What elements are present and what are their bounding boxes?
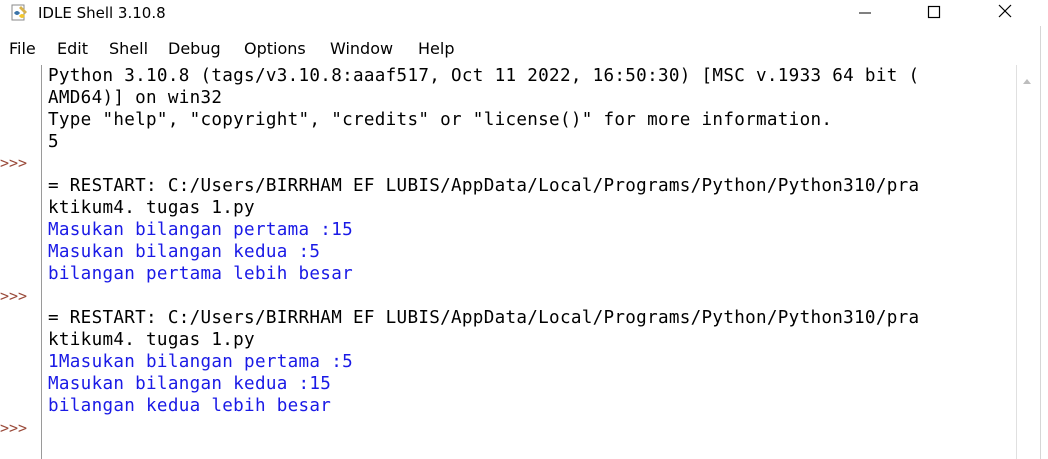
minimize-button[interactable] <box>842 0 888 26</box>
shell-prompt: >>> <box>0 154 28 172</box>
program-output-line: Masukan bilangan kedua :15 <box>48 374 332 394</box>
maximize-icon <box>927 4 941 23</box>
menu-options[interactable]: Options <box>244 37 306 61</box>
python-idle-icon <box>10 3 30 23</box>
menu-bar: File Edit Shell Debug Options Window Hel… <box>0 37 1048 61</box>
close-icon <box>997 3 1013 23</box>
program-output-line: Masukan bilangan pertama :15 <box>48 220 353 240</box>
close-button[interactable] <box>982 0 1028 26</box>
menu-window[interactable]: Window <box>330 37 393 61</box>
shell-text-line: Python 3.10.8 (tags/v3.10.8:aaaf517, Oct… <box>48 66 920 86</box>
gutter-divider <box>41 65 42 459</box>
window-title: IDLE Shell 3.10.8 <box>38 4 166 22</box>
menu-shell[interactable]: Shell <box>109 37 148 61</box>
menu-help[interactable]: Help <box>418 37 454 61</box>
window-edge <box>1040 26 1041 459</box>
prompt-gutter <box>0 65 41 459</box>
shell-text-line: Type "help", "copyright", "credits" or "… <box>48 110 833 130</box>
program-output-line: bilangan pertama lebih besar <box>48 264 353 284</box>
shell-prompt: >>> <box>0 287 28 305</box>
shell-text-line: ktikum4. tugas 1.py <box>48 198 255 218</box>
program-output-line: Masukan bilangan kedua :5 <box>48 242 321 262</box>
shell-text-line: = RESTART: C:/Users/BIRRHAM EF LUBIS/App… <box>48 308 920 328</box>
program-output-line: bilangan kedua lebih besar <box>48 396 332 416</box>
shell-text-area[interactable]: Python 3.10.8 (tags/v3.10.8:aaaf517, Oct… <box>48 65 1013 459</box>
title-bar[interactable]: IDLE Shell 3.10.8 <box>0 0 1048 26</box>
shell-text-line: 5 <box>48 132 59 152</box>
maximize-button[interactable] <box>911 0 957 26</box>
shell-text-line: AMD64)] on win32 <box>48 88 223 108</box>
shell-text-line: ktikum4. tugas 1.py <box>48 330 255 350</box>
menu-file[interactable]: File <box>9 37 36 61</box>
shell-prompt: >>> <box>0 419 28 437</box>
minimize-icon <box>858 4 872 23</box>
vertical-scrollbar[interactable] <box>1016 65 1037 459</box>
program-output-line: 1Masukan bilangan pertama :5 <box>48 352 353 372</box>
shell-text-line: = RESTART: C:/Users/BIRRHAM EF LUBIS/App… <box>48 176 920 196</box>
scroll-up-arrow-icon[interactable] <box>1021 71 1033 90</box>
menu-debug[interactable]: Debug <box>168 37 221 61</box>
menu-edit[interactable]: Edit <box>57 37 88 61</box>
